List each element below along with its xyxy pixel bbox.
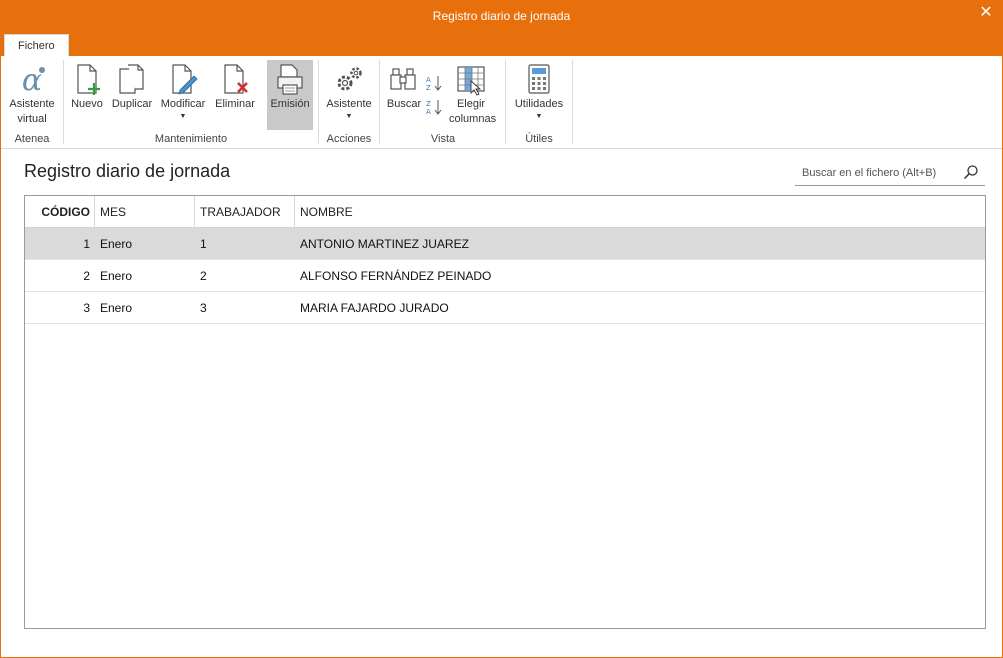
group-label-vista: Vista: [430, 133, 456, 145]
cell-trabajador: 3: [200, 301, 207, 315]
asistente-virtual-label-2: virtual: [17, 113, 47, 125]
cell-nombre: MARIA FAJARDO JURADO: [300, 301, 449, 315]
ribbon-group-utiles: Utilidades ▼ Útiles: [507, 60, 571, 146]
delete-document-icon: [224, 64, 248, 94]
ribbon-group-atenea: α Asistente virtual Atenea: [3, 60, 61, 146]
sort-za-icon[interactable]: Z A: [425, 98, 443, 116]
app-window: Registro diario de jornada ✕ Fichero α A…: [0, 0, 1003, 658]
table-row[interactable]: 3 Enero 3 MARIA FAJARDO JURADO: [25, 292, 985, 324]
buscar-label: Buscar: [386, 98, 422, 110]
utilidades-label: Utilidades: [514, 98, 564, 110]
cell-trabajador: 2: [200, 269, 207, 283]
group-label-acciones: Acciones: [326, 133, 372, 145]
duplicar-label: Duplicar: [111, 98, 153, 110]
column-header-nombre[interactable]: NOMBRE: [295, 196, 985, 228]
title-bar: Registro diario de jornada ✕: [1, 1, 1002, 33]
cell-trabajador: 1: [200, 237, 207, 251]
modificar-label: Modificar: [160, 98, 206, 110]
cell-codigo: 2: [83, 269, 90, 283]
ribbon-separator: [572, 60, 573, 144]
column-header-trabajador[interactable]: TRABAJADOR: [195, 196, 295, 228]
svg-text:α: α: [22, 63, 42, 97]
cell-nombre: ALFONSO FERNÁNDEZ PEINADO: [300, 269, 492, 283]
page-title: Registro diario de jornada: [24, 161, 231, 181]
binoculars-icon: [390, 68, 416, 90]
svg-text:A: A: [426, 76, 431, 84]
elegir-columnas-label-2: columnas: [449, 113, 497, 125]
utilidades-dropdown-caret[interactable]: ▼: [509, 112, 569, 122]
duplicar-button[interactable]: Duplicar: [109, 60, 155, 130]
asistente-virtual-label-1: Asistente: [9, 98, 55, 110]
asistente-virtual-button[interactable]: α Asistente virtual: [5, 60, 59, 130]
group-label-utiles: Útiles: [525, 133, 553, 145]
svg-text:A: A: [426, 108, 431, 116]
group-label-mantenimiento: Mantenimiento: [154, 133, 228, 145]
eliminar-label: Eliminar: [215, 98, 255, 110]
elegir-columnas-button[interactable]: Elegir columnas: [449, 60, 497, 130]
close-button[interactable]: ✕: [978, 5, 994, 21]
cell-mes: Enero: [100, 269, 133, 283]
column-header-codigo[interactable]: CÓDIGO: [25, 196, 95, 228]
table-row[interactable]: 1 Enero 1 ANTONIO MARTINEZ JUAREZ: [25, 228, 985, 260]
edit-document-icon: [172, 64, 198, 95]
nuevo-button[interactable]: Nuevo: [67, 60, 107, 130]
svg-text:Z: Z: [426, 100, 431, 108]
utilidades-button[interactable]: Utilidades ▼: [509, 60, 569, 130]
table-row[interactable]: 2 Enero 2 ALFONSO FERNÁNDEZ PEINADO: [25, 260, 985, 292]
modificar-button[interactable]: Modificar ▼: [157, 60, 209, 130]
ribbon-group-mantenimiento: Nuevo Duplicar Modificar ▼ Eliminar Emis…: [65, 60, 317, 146]
sort-az-icon[interactable]: A Z: [425, 74, 443, 92]
ribbon-tab-strip: Fichero: [1, 33, 1002, 56]
records-table: CÓDIGO MES TRABAJADOR NOMBRE 1 Enero 1 A…: [24, 195, 986, 629]
table-header: CÓDIGO MES TRABAJADOR NOMBRE: [25, 196, 985, 228]
asistente-dropdown-caret[interactable]: ▼: [323, 112, 375, 122]
column-header-mes[interactable]: MES: [95, 196, 195, 228]
elegir-columnas-label-1: Elegir: [456, 98, 486, 110]
eliminar-button[interactable]: Eliminar: [211, 60, 259, 130]
group-label-atenea: Atenea: [14, 133, 50, 145]
ribbon-group-acciones: Asistente ▼ Acciones: [320, 60, 378, 146]
ribbon-separator: [505, 60, 506, 144]
asistente-button[interactable]: Asistente ▼: [323, 60, 375, 130]
cell-nombre: ANTONIO MARTINEZ JUAREZ: [300, 237, 469, 251]
nuevo-label: Nuevo: [71, 98, 103, 110]
duplicate-icon: [119, 64, 144, 94]
print-icon: [277, 64, 303, 95]
window-title: Registro diario de jornada: [432, 9, 571, 23]
emision-label: Emisión: [270, 98, 310, 110]
new-document-icon: [77, 64, 100, 95]
cell-codigo: 3: [83, 301, 90, 315]
ribbon-separator: [318, 60, 319, 144]
svg-text:Z: Z: [426, 84, 431, 92]
calculator-icon: [528, 64, 550, 94]
cell-mes: Enero: [100, 237, 133, 251]
alpha-icon: α: [22, 63, 45, 97]
emision-button[interactable]: Emisión: [267, 60, 313, 130]
buscar-button[interactable]: Buscar: [385, 60, 423, 130]
gears-icon: [337, 67, 362, 91]
ribbon-separator: [379, 60, 380, 144]
modificar-dropdown-caret[interactable]: ▼: [157, 112, 209, 122]
search-icon[interactable]: [963, 164, 979, 180]
cell-codigo: 1: [83, 237, 90, 251]
ribbon-toolbar: α Asistente virtual Atenea Nuevo Duplica…: [1, 56, 1002, 149]
search-input[interactable]: [795, 163, 955, 183]
ribbon-group-vista: Buscar A Z Z A Elegir columnas Vista: [381, 60, 505, 146]
asistente-label: Asistente: [326, 98, 372, 110]
ribbon-separator: [63, 60, 64, 144]
columns-icon: [457, 66, 485, 96]
cell-mes: Enero: [100, 301, 133, 315]
search-box: [795, 161, 985, 186]
tab-fichero[interactable]: Fichero: [4, 34, 69, 56]
